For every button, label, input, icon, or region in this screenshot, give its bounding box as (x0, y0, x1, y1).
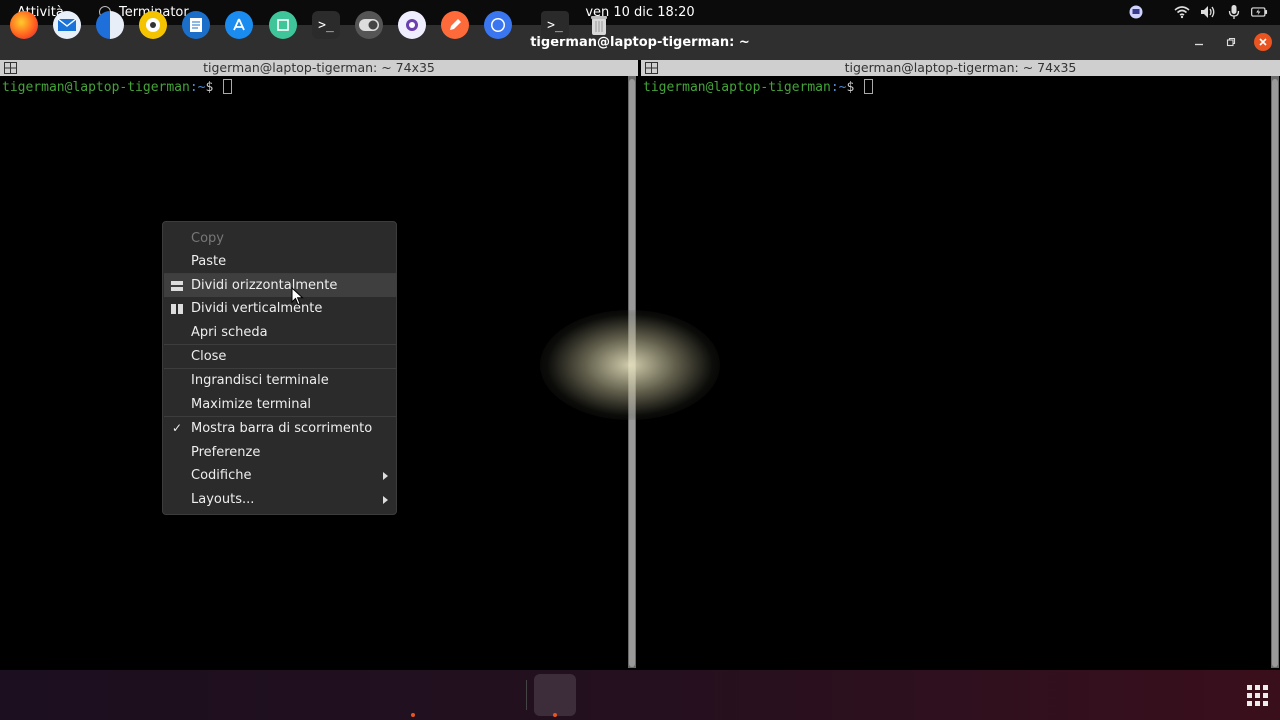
dock (0, 670, 1280, 720)
menu-item-layouts[interactable]: Layouts... (164, 488, 397, 511)
dock-active-highlight (534, 674, 576, 716)
menu-item-label: Preferenze (191, 445, 261, 460)
menu-item-show-scrollbar[interactable]: ✓ Mostra barra di scorrimento (164, 417, 397, 440)
right-pane-titlebar[interactable]: tigerman@laptop-tigerman: ~ 74x35 (641, 60, 1280, 76)
submenu-arrow-icon (383, 496, 388, 504)
menu-item-preferences[interactable]: Preferenze (164, 441, 397, 464)
menu-item-open-tab[interactable]: Apri scheda (164, 321, 397, 344)
submenu-arrow-icon (383, 472, 388, 480)
prompt-path: :~ (189, 80, 206, 95)
right-pane-title: tigerman@laptop-tigerman: ~ 74x35 (844, 60, 1077, 75)
volume-icon[interactable] (1199, 3, 1216, 20)
menu-item-paste[interactable]: Paste (164, 250, 397, 273)
libreoffice-writer-icon[interactable] (182, 11, 210, 39)
prompt-sign: $ (205, 80, 222, 95)
right-scrollbar[interactable] (1271, 76, 1279, 668)
prompt-path: :~ (830, 80, 847, 95)
camera-icon[interactable] (398, 11, 426, 39)
battery-icon[interactable] (1251, 3, 1268, 20)
left-pane-title: tigerman@laptop-tigerman: ~ 74x35 (203, 60, 435, 75)
menu-item-label: Dividi orizzontalmente (191, 278, 338, 293)
restore-button[interactable] (1222, 33, 1240, 51)
menu-item-zoom-terminal[interactable]: Ingrandisci terminale (164, 369, 397, 392)
left-pane-titlebar[interactable]: tigerman@laptop-tigerman: ~ 74x35 (0, 60, 638, 76)
finder-icon[interactable] (96, 11, 124, 39)
app-green-icon[interactable] (269, 11, 297, 39)
text-cursor (223, 79, 233, 94)
prompt-user: tigerman@laptop-tigerman (2, 80, 190, 95)
menu-item-label: Codifiche (191, 468, 252, 483)
menu-item-split-horizontal[interactable]: Dividi orizzontalmente (164, 274, 397, 297)
dock-separator (526, 680, 527, 710)
terminator-icon[interactable]: >_ (541, 11, 569, 39)
menu-item-label: Close (191, 349, 227, 364)
split-vertical-icon (171, 304, 183, 314)
system-tray[interactable] (1127, 3, 1268, 20)
menu-item-label: Ingrandisci terminale (191, 373, 329, 388)
microphone-icon[interactable] (1225, 3, 1242, 20)
menu-item-label: Apri scheda (191, 325, 268, 340)
right-prompt: tigerman@laptop-tigerman:~$ (643, 79, 874, 95)
left-prompt: tigerman@laptop-tigerman:~$ (2, 79, 233, 95)
pencil-icon[interactable] (441, 11, 469, 39)
rhythmbox-icon[interactable] (139, 11, 167, 39)
prompt-user: tigerman@laptop-tigerman (643, 80, 831, 95)
menu-item-label: Mostra barra di scorrimento (191, 421, 373, 436)
menu-item-split-vertical[interactable]: Dividi verticalmente (164, 297, 397, 320)
check-icon: ✓ (172, 421, 183, 435)
wifi-icon[interactable] (1173, 3, 1190, 20)
firefox-icon[interactable] (10, 11, 38, 39)
running-indicator (411, 713, 415, 717)
minimize-button[interactable] (1190, 33, 1208, 51)
thunderbird-icon[interactable] (53, 11, 81, 39)
context-menu[interactable]: Copy Paste Dividi orizzontalmente Dividi… (162, 221, 397, 515)
show-applications-icon[interactable] (1247, 685, 1268, 706)
menu-item-label: Paste (191, 254, 227, 269)
mouse-pointer-icon (291, 287, 304, 306)
menu-item-close[interactable]: Close (164, 345, 397, 368)
menu-item-label: Layouts... (191, 492, 255, 507)
prompt-sign: $ (846, 80, 863, 95)
terminal-icon[interactable]: >_ (312, 11, 340, 39)
right-terminal[interactable]: tigerman@laptop-tigerman:~$ (641, 76, 1271, 670)
scroll-thumb[interactable] (1272, 79, 1278, 667)
menu-item-encodings[interactable]: Codifiche (164, 464, 397, 487)
text-cursor (864, 79, 874, 94)
close-button[interactable] (1254, 33, 1272, 51)
menu-item-maximize-terminal[interactable]: Maximize terminal (164, 393, 397, 416)
screen-share-icon[interactable] (1127, 3, 1144, 20)
running-indicator (553, 713, 557, 717)
split-horizontal-icon (171, 281, 183, 291)
menu-item-label: Maximize terminal (191, 397, 312, 412)
trash-icon[interactable] (585, 11, 613, 39)
app-store-icon[interactable] (225, 11, 253, 39)
screen-glare (540, 310, 720, 420)
menu-item-label: Copy (191, 231, 224, 246)
menu-item-copy[interactable]: Copy (164, 227, 397, 250)
toggle-icon[interactable] (355, 11, 383, 39)
signal-icon[interactable] (484, 11, 512, 39)
